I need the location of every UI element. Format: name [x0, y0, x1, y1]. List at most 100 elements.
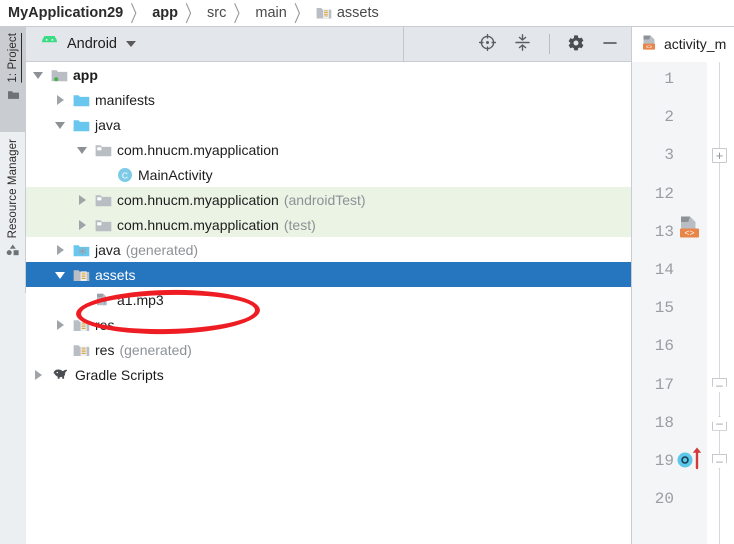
breadcrumb-item-assets[interactable]: assets — [316, 5, 379, 21]
chevron-right-icon[interactable] — [54, 93, 67, 106]
tree-row-suffix: (androidTest) — [283, 191, 366, 208]
gutter-line-number[interactable]: 15 — [632, 299, 674, 317]
breadcrumb-item-label: app — [152, 5, 179, 21]
editor-tab-activity-main[interactable]: <> activity_m — [632, 26, 734, 62]
left-tool-strip-filler — [0, 293, 26, 544]
project-folder-icon — [7, 88, 20, 104]
android-robot-icon — [40, 34, 59, 52]
tree-row-label: Gradle Scripts — [75, 366, 164, 383]
svg-text:<>: <> — [684, 228, 694, 238]
sidebar-tab-resource-manager-label: Resource Manager — [7, 139, 19, 239]
tree-row[interactable]: com.hnucm.myapplication (test) — [26, 212, 631, 237]
tree-row-label: java — [95, 241, 121, 258]
project-view-selector[interactable]: Android — [26, 34, 136, 52]
tree-row[interactable]: app — [26, 62, 631, 87]
breadcrumb-item-label: assets — [336, 5, 379, 21]
svg-text:?: ? — [102, 296, 107, 306]
blue-folder-icon — [73, 118, 90, 132]
unknown-file-icon: ? — [95, 292, 112, 307]
tree-row[interactable]: assets — [26, 262, 631, 287]
fold-marker-glyph: – — [716, 454, 723, 468]
tree-row[interactable]: java — [26, 112, 631, 137]
chevron-right-icon[interactable] — [76, 218, 89, 231]
tree-row-label: java — [95, 116, 121, 133]
settings-gear-icon[interactable] — [567, 34, 585, 55]
hide-panel-icon[interactable] — [601, 34, 619, 55]
gutter-line-number[interactable]: 2 — [632, 108, 674, 126]
class-c-icon: C — [117, 167, 133, 183]
panel-toolbar — [478, 33, 631, 55]
breadcrumb-item-label: MyApplication29 — [8, 5, 124, 21]
gradle-elephant-icon — [51, 367, 70, 382]
twisty-empty — [76, 293, 89, 306]
gutter-line-number[interactable]: 3 — [632, 146, 674, 164]
tree-row[interactable]: ? a1.mp3 — [26, 287, 631, 312]
sidebar-tab-resource-manager[interactable]: Resource Manager — [0, 133, 26, 293]
chevron-down-icon[interactable] — [54, 118, 67, 131]
gutter-line-number[interactable]: 18 — [632, 414, 674, 432]
breadcrumb: MyApplication29 〉 app 〉 src 〉 main 〉 assets — [0, 0, 734, 27]
editor-tab-label: activity_m — [664, 36, 727, 52]
chevron-right-icon[interactable] — [54, 318, 67, 331]
fold-collapse-icon[interactable]: – — [712, 454, 727, 469]
fold-collapse-icon[interactable]: – — [712, 377, 727, 393]
resource-shapes-icon — [6, 243, 20, 259]
sidebar-tab-project[interactable]: 1: Project — [0, 27, 26, 132]
collapse-all-icon[interactable] — [513, 33, 532, 55]
gutter-line-number[interactable]: 1 — [632, 70, 674, 88]
twisty-empty — [54, 343, 67, 356]
tree-row-label: a1.mp3 — [117, 291, 164, 308]
tree-row[interactable]: java (generated) — [26, 237, 631, 262]
panel-header-seam — [403, 27, 404, 62]
fold-expand-icon[interactable]: + — [712, 148, 727, 164]
tree-row[interactable]: com.hnucm.myapplication (androidTest) — [26, 187, 631, 212]
layout-preview-icon[interactable]: <> — [678, 215, 703, 244]
tree-row-label: MainActivity — [138, 166, 213, 183]
editor-gutter[interactable]: 1 2 3 12 13 <> 14 15 16 17 18 19 20 — [632, 62, 707, 544]
tree-row[interactable]: manifests — [26, 87, 631, 112]
gutter-line-number[interactable]: 14 — [632, 261, 674, 279]
chevron-right-icon[interactable] — [32, 368, 45, 381]
tree-row[interactable]: Gradle Scripts — [26, 362, 631, 387]
generated-java-icon — [73, 243, 90, 257]
chevron-down-icon[interactable] — [54, 268, 67, 281]
editor-tabbar: <> activity_m — [632, 26, 734, 62]
breadcrumb-item-app[interactable]: app — [152, 5, 178, 21]
module-folder-icon — [51, 68, 68, 82]
project-panel-header: Android — [26, 27, 631, 62]
editor-folding-strip[interactable]: + – – – — [707, 62, 734, 544]
breadcrumb-item-main[interactable]: main — [255, 5, 286, 21]
tree-row[interactable]: com.hnucm.myapplication — [26, 137, 631, 162]
tree-row[interactable]: res (generated) — [26, 337, 631, 362]
fold-marker-glyph: – — [716, 377, 723, 392]
breadcrumb-item-label: src — [207, 5, 227, 21]
gutter-run-marker[interactable] — [676, 443, 706, 476]
tree-row-label: assets — [95, 266, 136, 283]
tree-row[interactable]: res — [26, 312, 631, 337]
chevron-right-icon[interactable] — [54, 243, 67, 256]
chevron-right-icon[interactable] — [76, 193, 89, 206]
gutter-line-number[interactable]: 19 — [632, 452, 674, 470]
fold-collapse-icon[interactable]: – — [712, 415, 727, 431]
svg-text:C: C — [122, 170, 128, 180]
gutter-line-number[interactable]: 17 — [632, 376, 674, 394]
chevron-down-icon[interactable] — [32, 68, 45, 81]
svg-text:<>: <> — [646, 44, 652, 50]
gutter-line-number[interactable]: 13 — [632, 223, 674, 241]
sidebar-tab-project-label: 1: Project — [7, 33, 19, 83]
project-tree[interactable]: app manifests java com.hnucm.myapplication C… — [26, 62, 631, 544]
chevron-down-icon[interactable] — [76, 143, 89, 156]
tree-row[interactable]: C MainActivity — [26, 162, 631, 187]
toolbar-divider — [549, 34, 550, 54]
blue-folder-icon — [73, 93, 90, 107]
breadcrumb-item-src[interactable]: src — [207, 5, 226, 21]
fold-rail — [719, 62, 720, 544]
breadcrumb-item-myapplication29[interactable]: MyApplication29 — [8, 5, 123, 21]
package-icon — [95, 218, 112, 232]
chevron-down-icon[interactable] — [125, 41, 136, 47]
tree-row-suffix: (test) — [283, 216, 316, 233]
gutter-line-number[interactable]: 12 — [632, 185, 674, 203]
gutter-line-number[interactable]: 16 — [632, 337, 674, 355]
locate-target-icon[interactable] — [478, 33, 497, 55]
gutter-line-number[interactable]: 20 — [632, 490, 674, 508]
